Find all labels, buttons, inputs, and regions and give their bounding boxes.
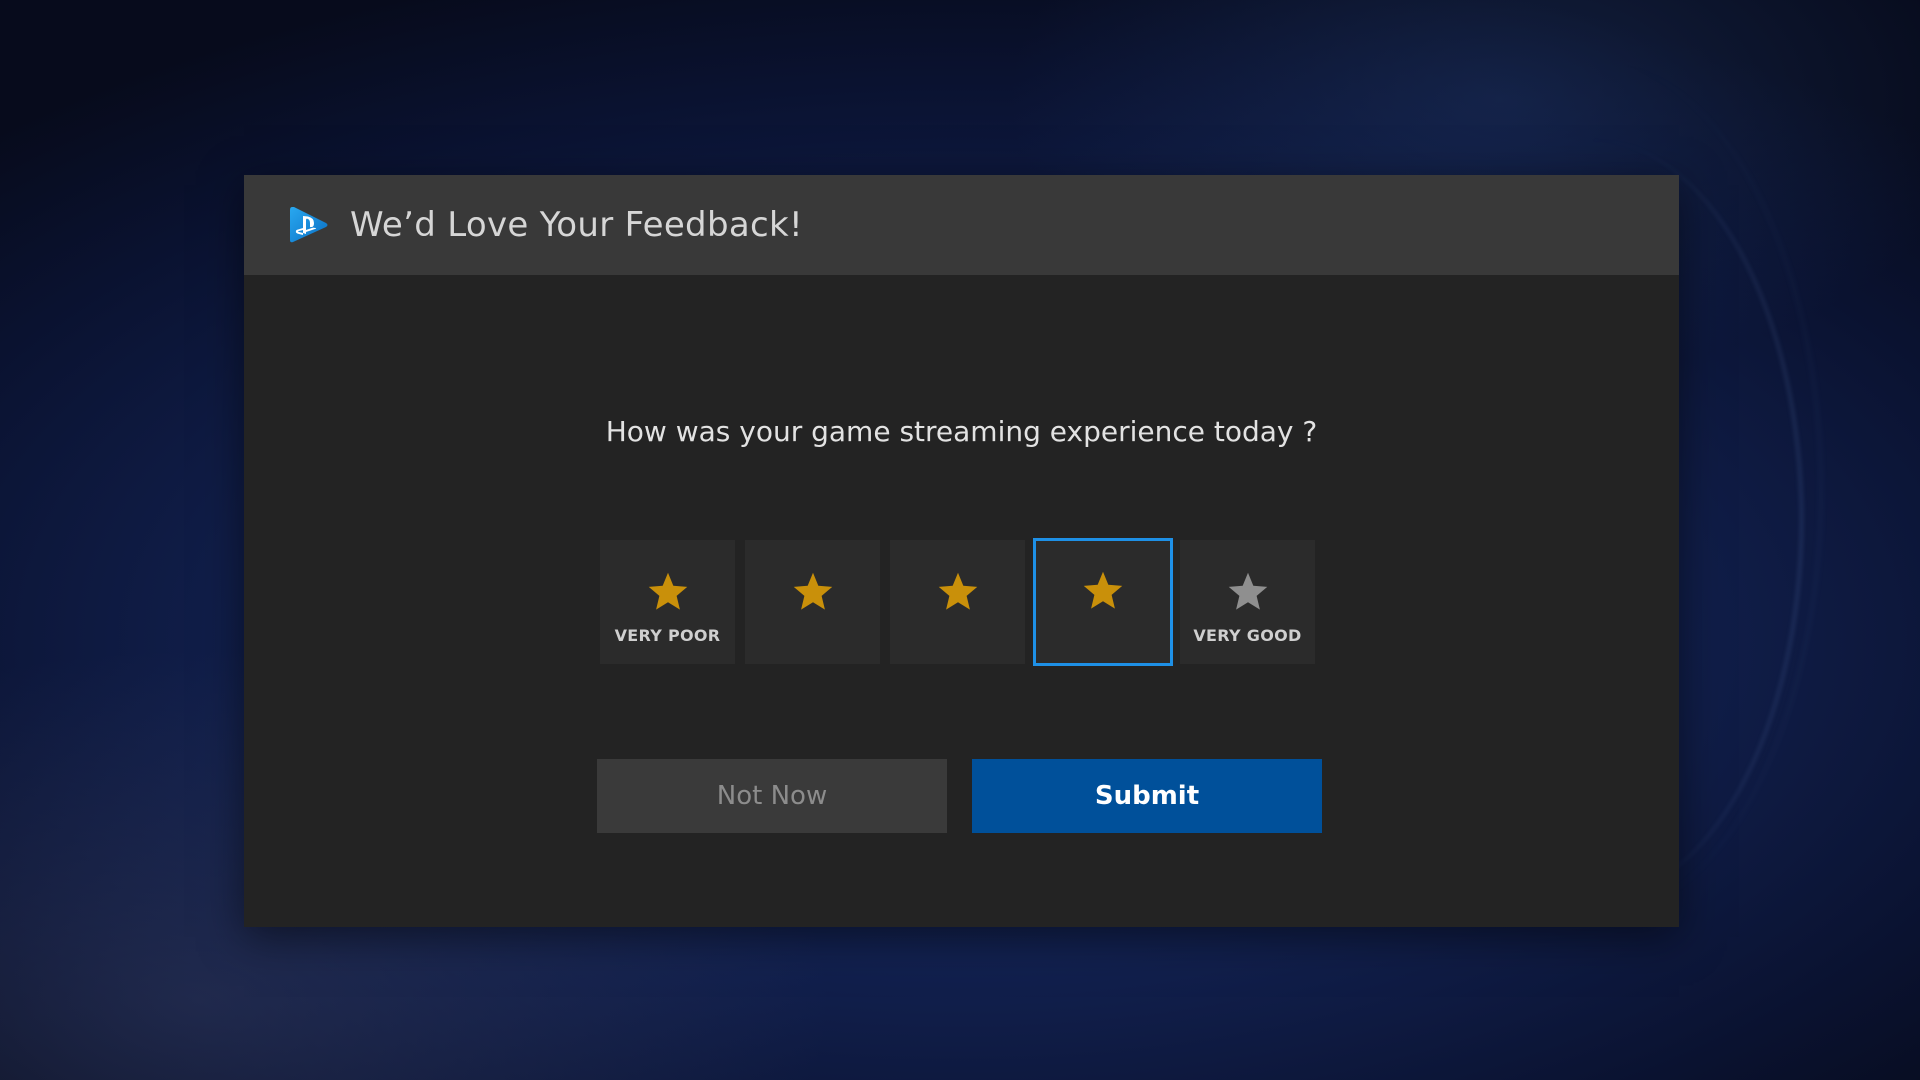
rating-option-2[interactable] — [745, 540, 880, 664]
star-icon — [938, 572, 977, 610]
feedback-question: How was your game streaming experience t… — [605, 415, 1318, 448]
feedback-dialog: We’d Love Your Feedback! How was your ga… — [244, 175, 1679, 927]
playstation-now-logo-icon — [290, 207, 328, 243]
rating-option-4[interactable] — [1033, 538, 1173, 666]
dialog-header: We’d Love Your Feedback! — [244, 175, 1679, 275]
not-now-button[interactable]: Not Now — [597, 759, 947, 833]
star-icon — [648, 572, 687, 610]
star-rating-group: VERY POOR VERY GOOD — [600, 538, 1324, 666]
star-icon — [793, 572, 832, 610]
rating-option-3[interactable] — [890, 540, 1025, 664]
dialog-title: We’d Love Your Feedback! — [350, 205, 803, 245]
rating-label-very-poor: VERY POOR — [614, 626, 721, 645]
rating-label-very-good: VERY GOOD — [1193, 626, 1302, 645]
submit-button[interactable]: Submit — [972, 759, 1322, 833]
star-icon — [1083, 571, 1123, 609]
star-icon — [1228, 572, 1267, 610]
rating-option-5[interactable]: VERY GOOD — [1180, 540, 1315, 664]
rating-option-1[interactable]: VERY POOR — [600, 540, 735, 664]
